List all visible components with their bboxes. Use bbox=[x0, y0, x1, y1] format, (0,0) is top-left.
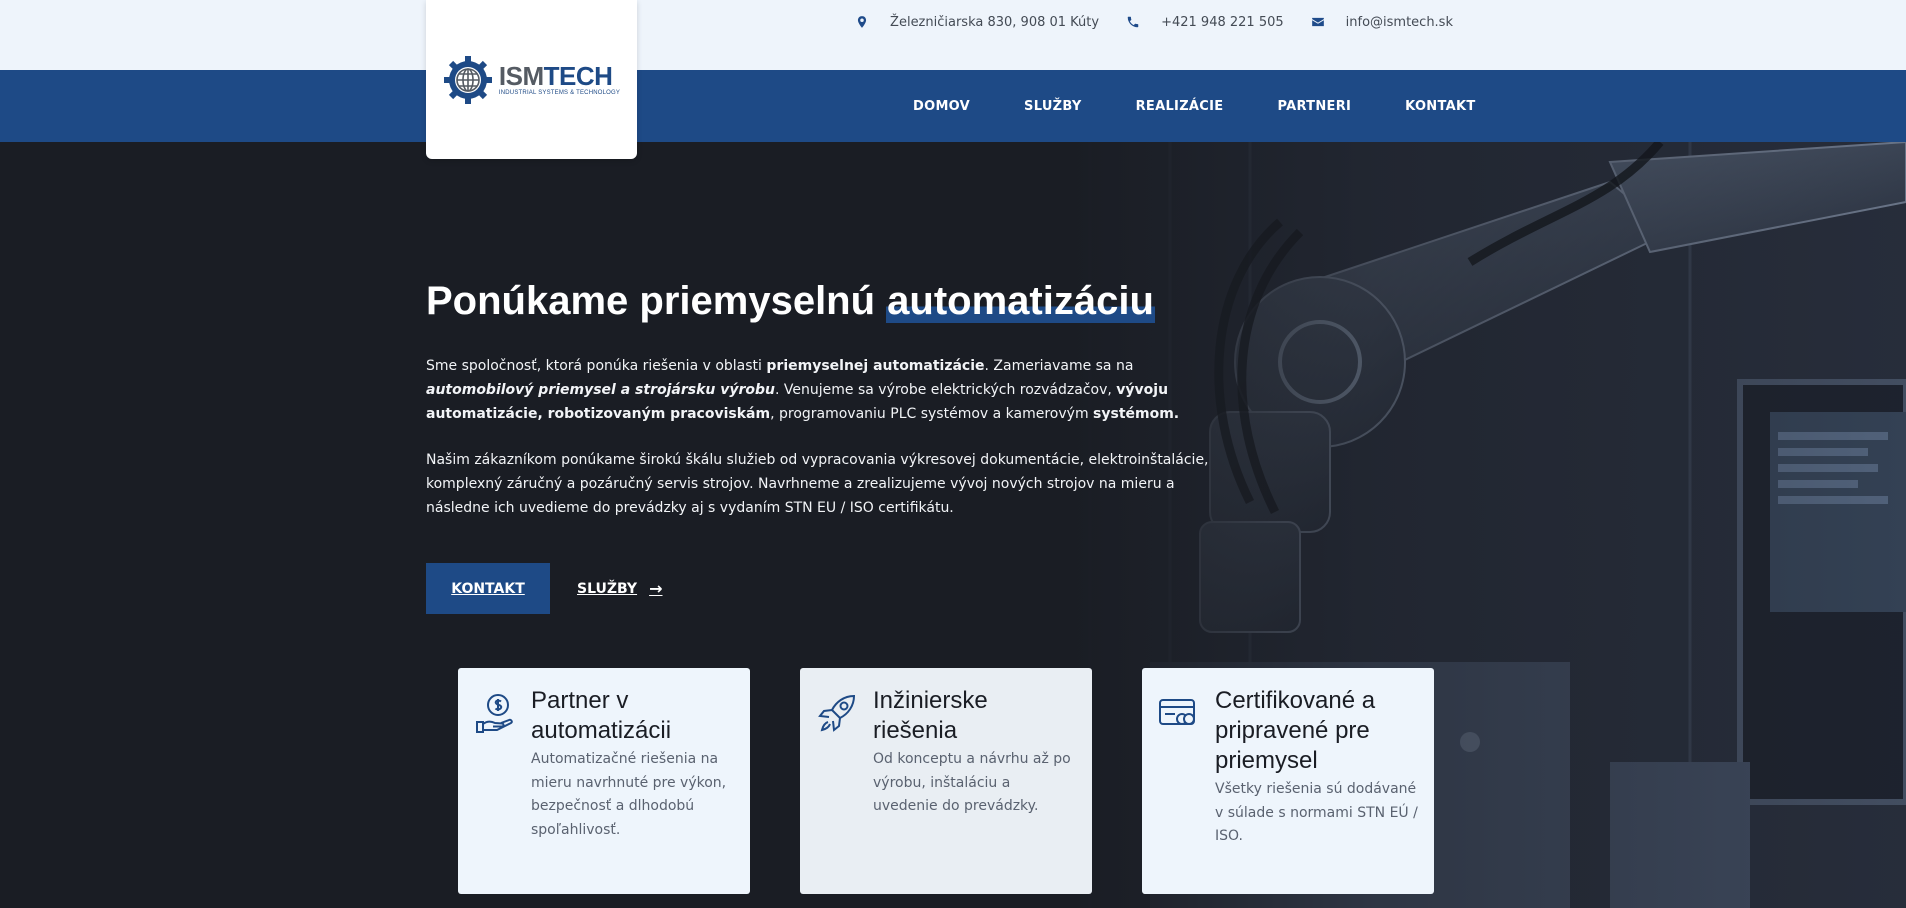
company-logo: ISMTECH INDUSTRIAL SYSTEMS & TECHNOLOGY bbox=[443, 55, 620, 105]
top-contact-bar: Železničiarska 830, 908 01 Kúty +421 948… bbox=[0, 0, 1906, 70]
hero-title-highlight: automatizáciu bbox=[886, 279, 1155, 323]
card-title: Certifikované a pripravené pre priemysel bbox=[1215, 687, 1376, 774]
email-item[interactable]: info@ismtech.sk bbox=[1310, 14, 1453, 30]
phone-link[interactable]: +421 948 221 505 bbox=[1161, 15, 1284, 30]
address-text: Železničiarska 830, 908 01 Kúty bbox=[890, 14, 1100, 30]
certificate-card-icon bbox=[1158, 692, 1200, 734]
feature-card-partner: Partner v automatizácii Automatizačné ri… bbox=[458, 668, 750, 894]
phone-item[interactable]: +421 948 221 505 bbox=[1125, 14, 1284, 30]
arrow-right-icon: → bbox=[649, 579, 663, 598]
money-hand-icon bbox=[474, 692, 516, 734]
phone-icon bbox=[1125, 14, 1141, 30]
nav-item-domov[interactable]: DOMOV bbox=[913, 99, 970, 114]
kontakt-button[interactable]: KONTAKT bbox=[426, 563, 550, 614]
hero-title: Ponúkame priemyselnú automatizáciu bbox=[426, 279, 1155, 323]
contact-info: Železničiarska 830, 908 01 Kúty +421 948… bbox=[828, 14, 1453, 30]
main-navbar: DOMOV SLUŽBY REALIZÁCIE PARTNERI KONTAKT bbox=[0, 70, 1906, 142]
sluzby-link-button[interactable]: SLUŽBY → bbox=[577, 563, 662, 614]
logo-tagline: INDUSTRIAL SYSTEMS & TECHNOLOGY bbox=[498, 90, 621, 96]
rocket-icon bbox=[816, 692, 858, 734]
map-pin-icon bbox=[854, 14, 870, 30]
address-item: Železničiarska 830, 908 01 Kúty bbox=[854, 14, 1099, 30]
card-text: Od konceptu a návrhu až po výrobu, inšta… bbox=[873, 751, 1071, 814]
gear-globe-icon bbox=[443, 55, 492, 104]
card-text: Automatizačné riešenia na mieru navrhnut… bbox=[531, 751, 727, 838]
nav-item-realizacie[interactable]: REALIZÁCIE bbox=[1136, 99, 1224, 114]
logo-wordmark: ISMTECH bbox=[498, 61, 613, 91]
envelope-icon bbox=[1310, 14, 1326, 30]
feature-card-certifikovane: Certifikované a pripravené pre priemysel… bbox=[1142, 668, 1434, 894]
sluzby-link-label: SLUŽBY bbox=[577, 580, 638, 597]
card-title: Inžinierske riešenia bbox=[873, 687, 988, 744]
email-link[interactable]: info@ismtech.sk bbox=[1346, 15, 1453, 30]
main-nav: DOMOV SLUŽBY REALIZÁCIE PARTNERI KONTAKT bbox=[913, 70, 1476, 142]
nav-item-partneri[interactable]: PARTNERI bbox=[1277, 99, 1351, 114]
logo-link[interactable]: ISMTECH INDUSTRIAL SYSTEMS & TECHNOLOGY bbox=[426, 0, 637, 159]
hero-services-paragraph: Našim zákazníkom ponúkame širokú škálu s… bbox=[426, 452, 1209, 516]
feature-card-inzinierske: Inžinierske riešenia Od konceptu a návrh… bbox=[800, 668, 1092, 894]
nav-item-sluzby[interactable]: SLUŽBY bbox=[1024, 99, 1082, 114]
card-title: Partner v automatizácii bbox=[531, 687, 672, 744]
hero-intro-paragraph: Sme spoločnosť, ktorá ponúka riešenia v … bbox=[426, 358, 1180, 422]
nav-item-kontakt[interactable]: KONTAKT bbox=[1405, 99, 1475, 114]
card-text: Všetky riešenia sú dodávané v súlade s n… bbox=[1215, 781, 1418, 844]
